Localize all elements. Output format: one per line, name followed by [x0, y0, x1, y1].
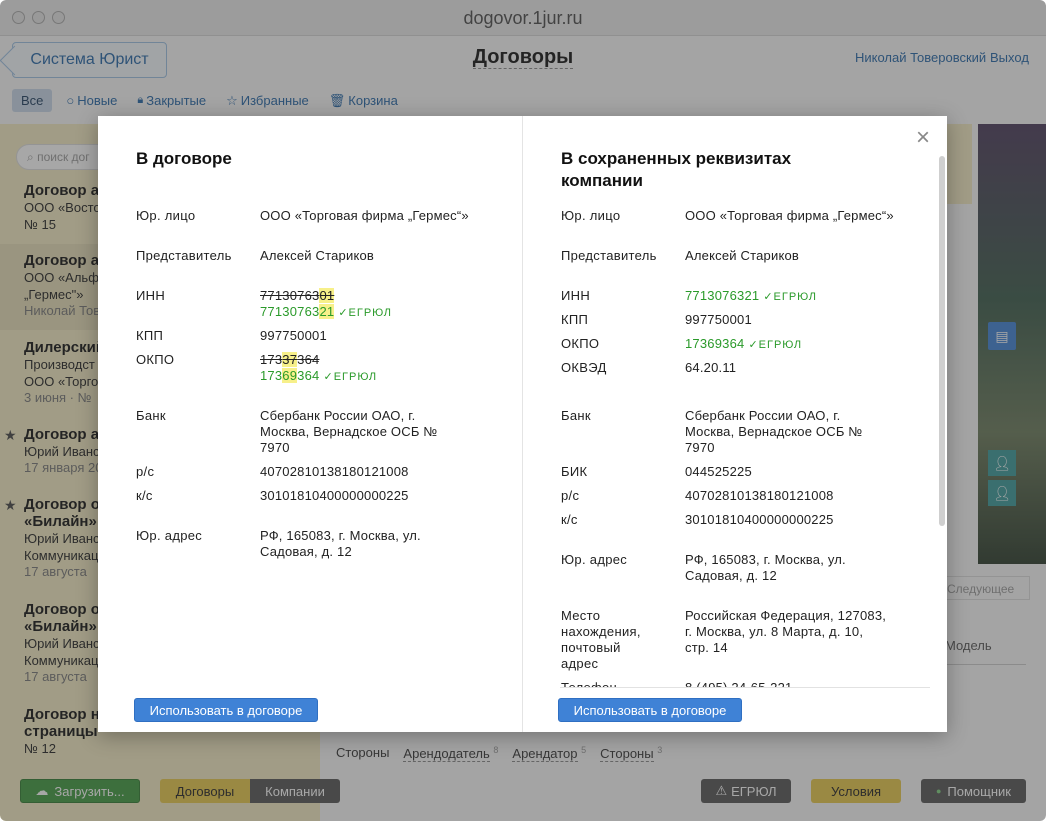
egrul-check-badge: ✓ЕГРЮЛ	[323, 371, 378, 383]
saved-column-heading: В сохраненных реквизитах компании	[561, 149, 792, 190]
scrollbar[interactable]	[939, 156, 945, 526]
inn-new-value: 7713076321 ✓ЕГРЮЛ	[260, 304, 393, 319]
column-bottom-divider	[560, 687, 930, 688]
egrul-check-badge: ✓ЕГРЮЛ	[338, 307, 393, 319]
okpo-new-value: 17369364 ✓ЕГРЮЛ	[260, 368, 378, 383]
use-saved-requisites-button[interactable]: Использовать в договоре	[558, 698, 742, 722]
saved-requisites-column: В сохраненных реквизитах компании Юр. ли…	[523, 116, 947, 688]
app-window: dogovor.1jur.ru Система Юрист Договоры Н…	[0, 0, 1046, 821]
contract-column-heading: В договоре	[136, 149, 232, 168]
scrollbar-thumb[interactable]	[939, 156, 945, 526]
contract-requisites-column: В договоре Юр. лицо ООО «Торговая фирма …	[98, 116, 522, 688]
egrul-check-badge: ✓ЕГРЮЛ	[763, 291, 817, 303]
inn-old-value: 7713076301	[260, 288, 335, 303]
okpo-old-value: 17337364	[260, 352, 320, 367]
egrul-check-badge: ✓ЕГРЮЛ	[748, 339, 803, 351]
use-contract-requisites-button[interactable]: Использовать в договоре	[134, 698, 318, 722]
requisites-compare-dialog: × В договоре Юр. лицо ООО «Торговая фирм…	[98, 116, 947, 732]
